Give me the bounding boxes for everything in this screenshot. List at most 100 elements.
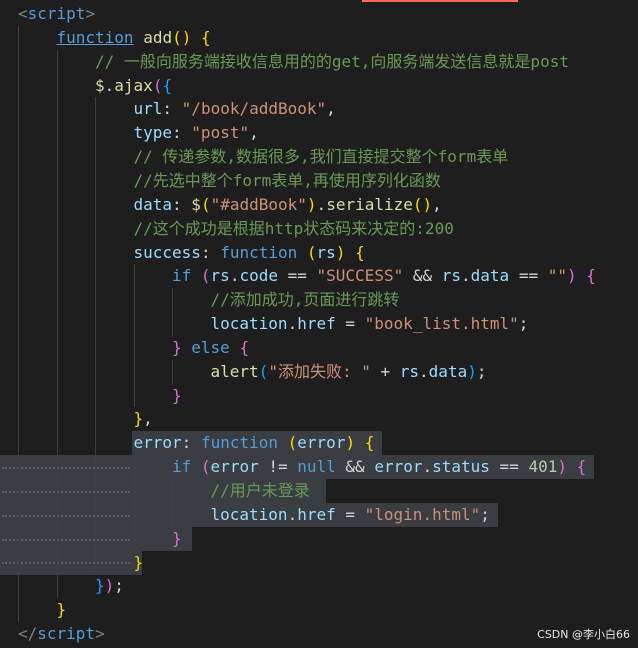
code-line[interactable]: if (rs.code == "SUCCESS" && rs.data == "… xyxy=(172,264,596,288)
code-token: alert xyxy=(210,361,259,381)
code-line[interactable]: $.ajax({ xyxy=(95,74,172,98)
code-token: { xyxy=(364,433,375,453)
code-line[interactable]: } xyxy=(172,384,182,408)
code-token: if xyxy=(172,266,192,286)
code-token: "添加失败: " xyxy=(268,361,371,381)
code-token: } xyxy=(56,600,67,620)
code-token: add xyxy=(143,27,173,47)
code-line[interactable]: }, xyxy=(134,407,153,431)
code-line[interactable]: error: function (error) { xyxy=(134,431,375,455)
code-line[interactable]: <script> xyxy=(18,2,95,26)
code-token: + xyxy=(370,361,400,381)
code-line[interactable]: //用户未登录 xyxy=(211,479,310,503)
code-token: ( xyxy=(287,433,298,453)
code-token: ( xyxy=(200,266,211,286)
code-token: "login.html" xyxy=(364,504,481,524)
code-token: ) xyxy=(566,266,577,286)
code-token: //先选中整个form表单,再使用序列化函数 xyxy=(133,170,441,190)
code-token: $ xyxy=(191,194,201,214)
code-token: "book_list.html" xyxy=(364,314,519,334)
code-token: : xyxy=(200,242,221,262)
code-token: //这个成功是根据http状态码来决定的:200 xyxy=(133,218,454,238)
code-line[interactable]: location.href = "login.html"; xyxy=(211,503,490,527)
code-token: . xyxy=(461,266,471,286)
code-line[interactable]: // 一般向服务端接收信息用的的get,向服务端发送信息就是post xyxy=(95,50,569,74)
code-line[interactable]: //先选中整个form表单,再使用序列化函数 xyxy=(134,169,441,193)
code-token: data xyxy=(133,194,173,214)
code-token: // 一般向服务端接收信息用的的get,向服务端发送信息就是post xyxy=(95,51,569,71)
code-token: == xyxy=(509,266,548,286)
code-token: error xyxy=(374,457,423,477)
code-token: } xyxy=(172,337,182,357)
code-token: == xyxy=(489,457,529,477)
code-token: ( xyxy=(152,75,163,95)
code-line[interactable]: function add() { xyxy=(57,26,211,50)
code-token: code xyxy=(239,266,278,286)
code-token: data xyxy=(428,361,468,381)
code-token: . xyxy=(104,75,115,95)
code-token: url xyxy=(133,99,163,119)
code-token: location xyxy=(210,504,288,524)
code-token: ; xyxy=(518,314,529,334)
code-editor[interactable]: <script> function add() {// 一般向服务端接收信息用的的… xyxy=(0,0,638,648)
code-token: ) xyxy=(557,457,567,477)
code-token: function xyxy=(56,27,134,47)
code-token: . xyxy=(422,457,433,477)
code-token: rs xyxy=(316,242,336,262)
code-token: ) xyxy=(335,242,346,262)
code-token: "SUCCESS" xyxy=(316,266,404,286)
code-token: < xyxy=(18,4,28,23)
selection-dotted-marker xyxy=(2,490,130,493)
code-token: </ xyxy=(18,624,38,644)
code-line[interactable]: //添加成功,页面进行跳转 xyxy=(211,288,400,312)
indent-guide xyxy=(95,97,96,575)
code-line[interactable]: } xyxy=(57,598,67,622)
code-token: ; xyxy=(480,504,490,524)
code-line[interactable]: type: "post", xyxy=(134,121,259,145)
code-token: && xyxy=(403,266,442,286)
code-line[interactable]: } xyxy=(172,527,182,551)
code-line[interactable]: data: $("#addBook").serialize(), xyxy=(134,193,442,217)
code-token: if xyxy=(172,457,192,477)
code-token: } xyxy=(95,576,105,596)
selection-dotted-marker xyxy=(2,538,130,541)
code-token: , xyxy=(432,194,442,214)
code-line[interactable]: } else { xyxy=(172,336,249,360)
code-token: rs xyxy=(441,266,462,286)
top-highlight-strip xyxy=(362,0,518,2)
code-line[interactable]: alert("添加失败: " + rs.data); xyxy=(211,360,487,384)
code-token: ( xyxy=(258,361,269,381)
indent-guide xyxy=(56,49,58,599)
code-token: rs xyxy=(210,266,230,286)
code-line[interactable]: </script> xyxy=(18,622,105,646)
code-line[interactable]: success: function (rs) { xyxy=(134,241,365,265)
code-token: { xyxy=(239,337,250,357)
code-token: "/book/addBook" xyxy=(181,99,327,119)
code-token: } xyxy=(172,385,182,405)
code-line[interactable]: if (error != null && error.status == 401… xyxy=(172,455,586,479)
indent-guide xyxy=(172,479,173,527)
selection-dotted-marker xyxy=(2,514,130,517)
code-token: , xyxy=(143,409,153,429)
code-token: href xyxy=(297,504,336,524)
code-token: } xyxy=(172,528,182,548)
code-token: ; xyxy=(476,361,487,381)
code-line[interactable]: // 传递参数,数据很多,我们直接提交整个form表单 xyxy=(134,145,509,169)
code-line[interactable]: } xyxy=(134,551,144,575)
code-line[interactable]: //这个成功是根据http状态码来决定的:200 xyxy=(134,217,454,241)
code-token: ( xyxy=(200,457,211,477)
code-line[interactable]: location.href = "book_list.html"; xyxy=(211,312,529,336)
code-line[interactable]: }); xyxy=(95,574,124,598)
indent-guide xyxy=(133,455,135,551)
code-token: ajax xyxy=(114,75,153,95)
indent-guide xyxy=(172,359,173,384)
code-line[interactable]: url: "/book/addBook", xyxy=(134,97,336,121)
code-token: , xyxy=(249,123,259,143)
code-token: href xyxy=(297,314,336,334)
code-token: ( xyxy=(306,242,317,262)
